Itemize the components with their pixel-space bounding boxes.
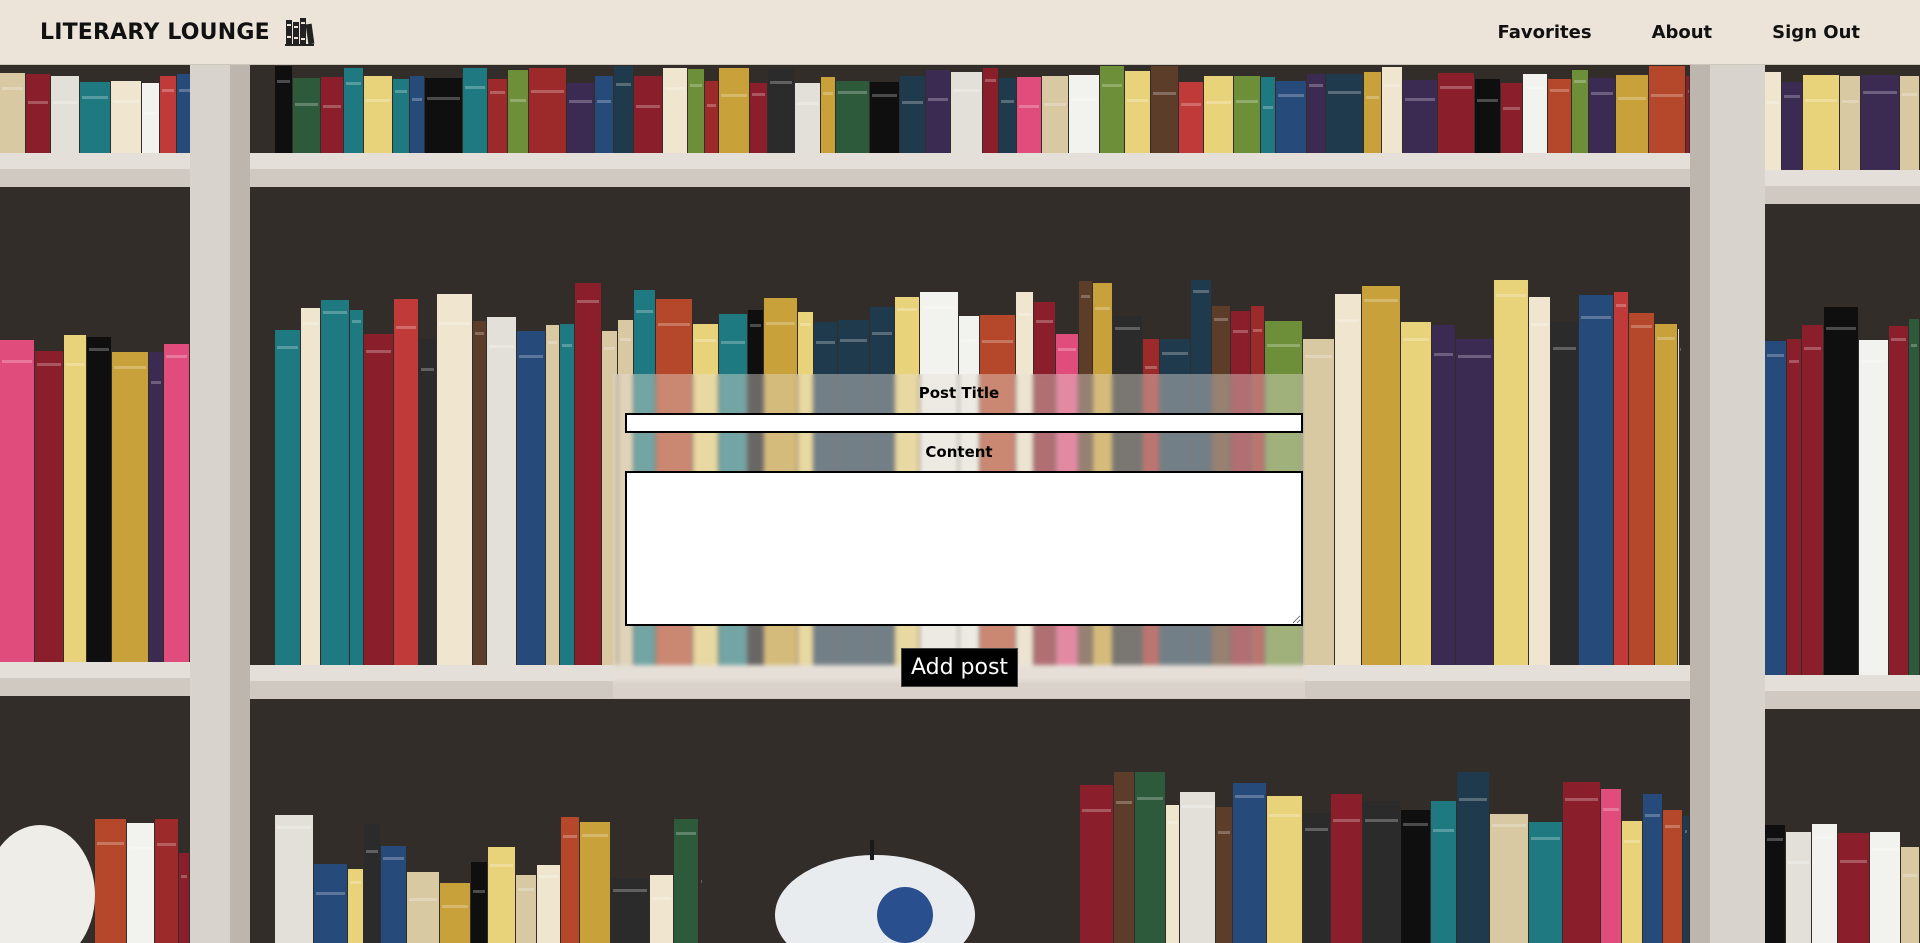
- brand-title[interactable]: LITERARY LOUNGE: [40, 20, 270, 45]
- nav-links: Favorites About Sign Out: [1498, 22, 1861, 43]
- nav-about-link[interactable]: About: [1652, 22, 1713, 43]
- content-label: Content: [925, 443, 993, 461]
- nav-sign-out-link[interactable]: Sign Out: [1772, 22, 1860, 43]
- add-post-button[interactable]: Add post: [901, 648, 1018, 687]
- top-navbar: LITERARY LOUNGE Favorites About Sign Out: [0, 0, 1920, 65]
- post-title-input[interactable]: [625, 413, 1303, 433]
- brand[interactable]: LITERARY LOUNGE: [40, 16, 316, 48]
- content-textarea[interactable]: [625, 471, 1303, 626]
- books-icon: [284, 18, 315, 46]
- nav-favorites-link[interactable]: Favorites: [1498, 22, 1592, 43]
- add-post-form: Post Title Content Add post: [613, 374, 1305, 698]
- post-title-label: Post Title: [918, 384, 1000, 402]
